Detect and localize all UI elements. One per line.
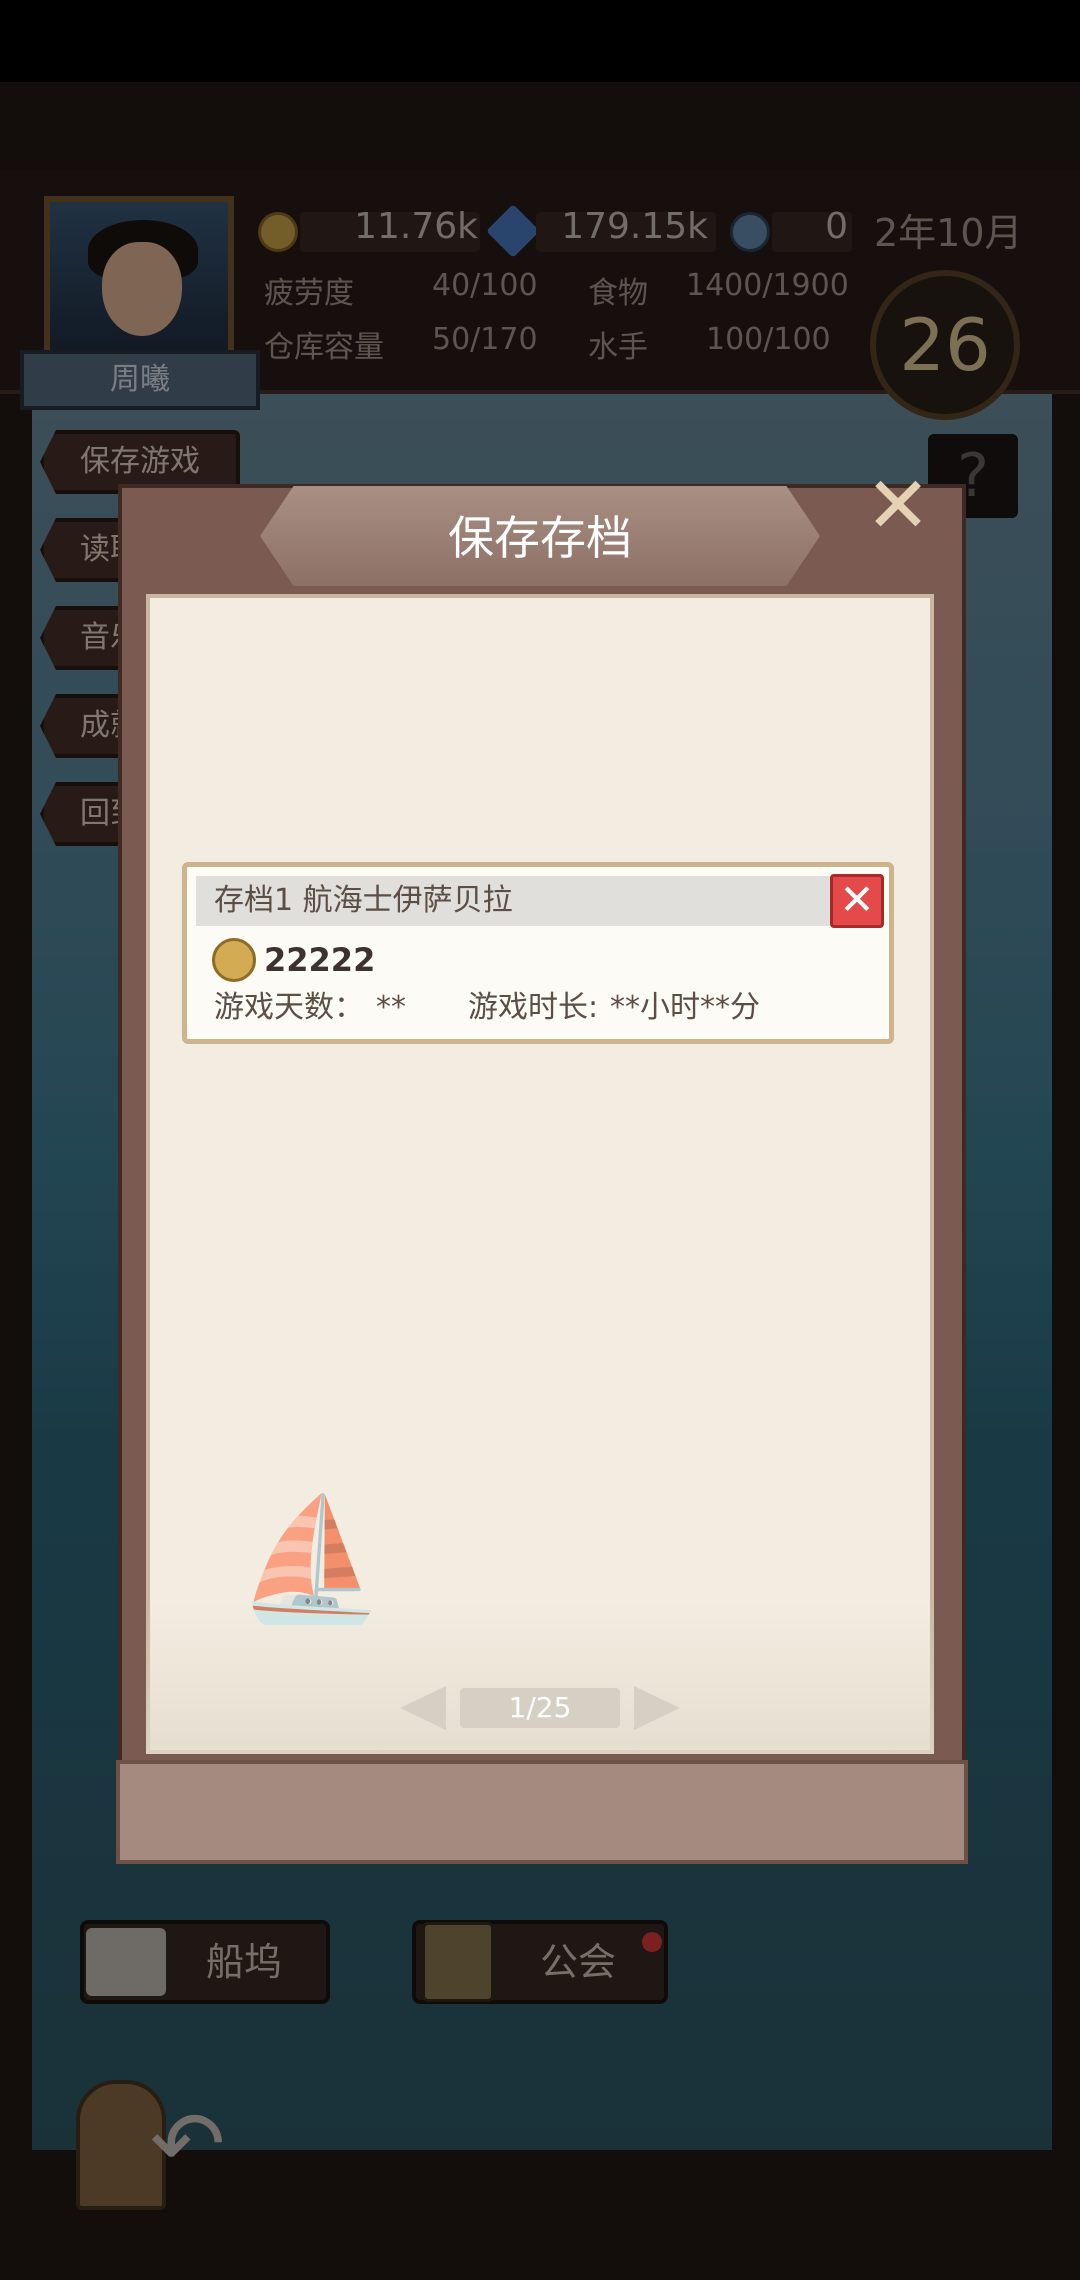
page-indicator: 1/25 xyxy=(460,1688,620,1728)
gold-coin-icon xyxy=(212,938,256,982)
play-time-label: 游戏时长: xyxy=(468,990,599,1025)
play-days-label: 游戏天数： xyxy=(214,990,364,1025)
ship-watermark-icon: ⛵ xyxy=(236,1490,386,1629)
play-days-value: ** xyxy=(376,990,406,1025)
save-slot-title: 存档1 航海士伊萨贝拉 xyxy=(214,883,513,918)
play-time-value: **小时**分 xyxy=(610,990,760,1025)
dialog-title: 保存存档 xyxy=(448,511,632,565)
delete-save-button[interactable]: ✕ xyxy=(830,874,884,928)
dialog-footer xyxy=(116,1760,968,1864)
close-icon[interactable]: ✕ xyxy=(862,467,934,545)
save-slot-gold: 22222 xyxy=(264,941,376,979)
status-bar xyxy=(0,0,1080,82)
